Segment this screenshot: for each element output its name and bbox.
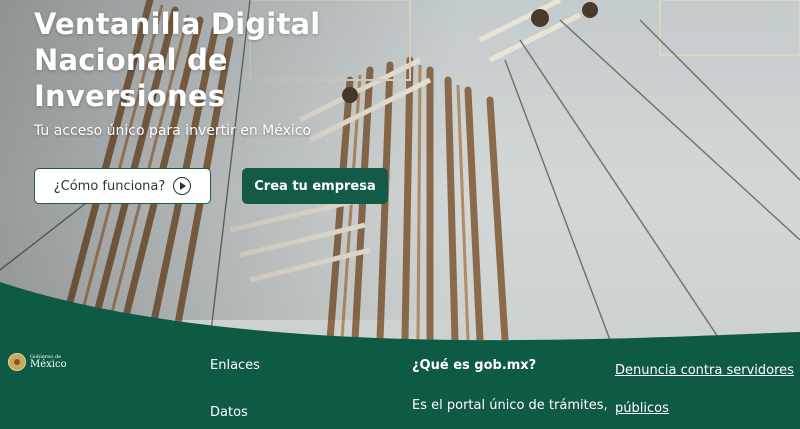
create-company-button[interactable]: Crea tu empresa (242, 168, 388, 204)
report-public-servants-link-continued[interactable]: públicos (615, 401, 669, 416)
site-footer: Gobierno de México Enlaces Datos ¿Qué es… (0, 340, 800, 429)
footer-link-datos[interactable]: Datos (210, 405, 248, 420)
how-it-works-label: ¿Cómo funciona? (53, 178, 166, 194)
how-it-works-button[interactable]: ¿Cómo funciona? (34, 168, 211, 204)
logo-big-text: México (30, 358, 67, 370)
gobierno-mexico-logo[interactable]: Gobierno de México (8, 353, 67, 371)
logo-text: Gobierno de México (30, 354, 67, 370)
footer-link-enlaces[interactable]: Enlaces (210, 358, 260, 373)
play-circle-icon (173, 177, 192, 195)
report-public-servants-link[interactable]: Denuncia contra servidores (615, 363, 794, 378)
title-line-3: Inversiones (34, 79, 226, 113)
page-title: Ventanilla Digital Nacional de Inversion… (34, 6, 454, 114)
footer-about-text: Es el portal único de trámites, (412, 398, 608, 413)
title-line-1: Ventanilla Digital (34, 7, 321, 41)
title-line-2: Nacional de (34, 43, 228, 77)
create-company-label: Crea tu empresa (254, 178, 376, 194)
mexico-seal-icon (8, 353, 26, 371)
footer-about-title: ¿Qué es gob.mx? (412, 358, 537, 373)
hero-text-block: Ventanilla Digital Nacional de Inversion… (34, 6, 454, 139)
hero-subtitle: Tu acceso único para invertir en México (34, 123, 312, 139)
